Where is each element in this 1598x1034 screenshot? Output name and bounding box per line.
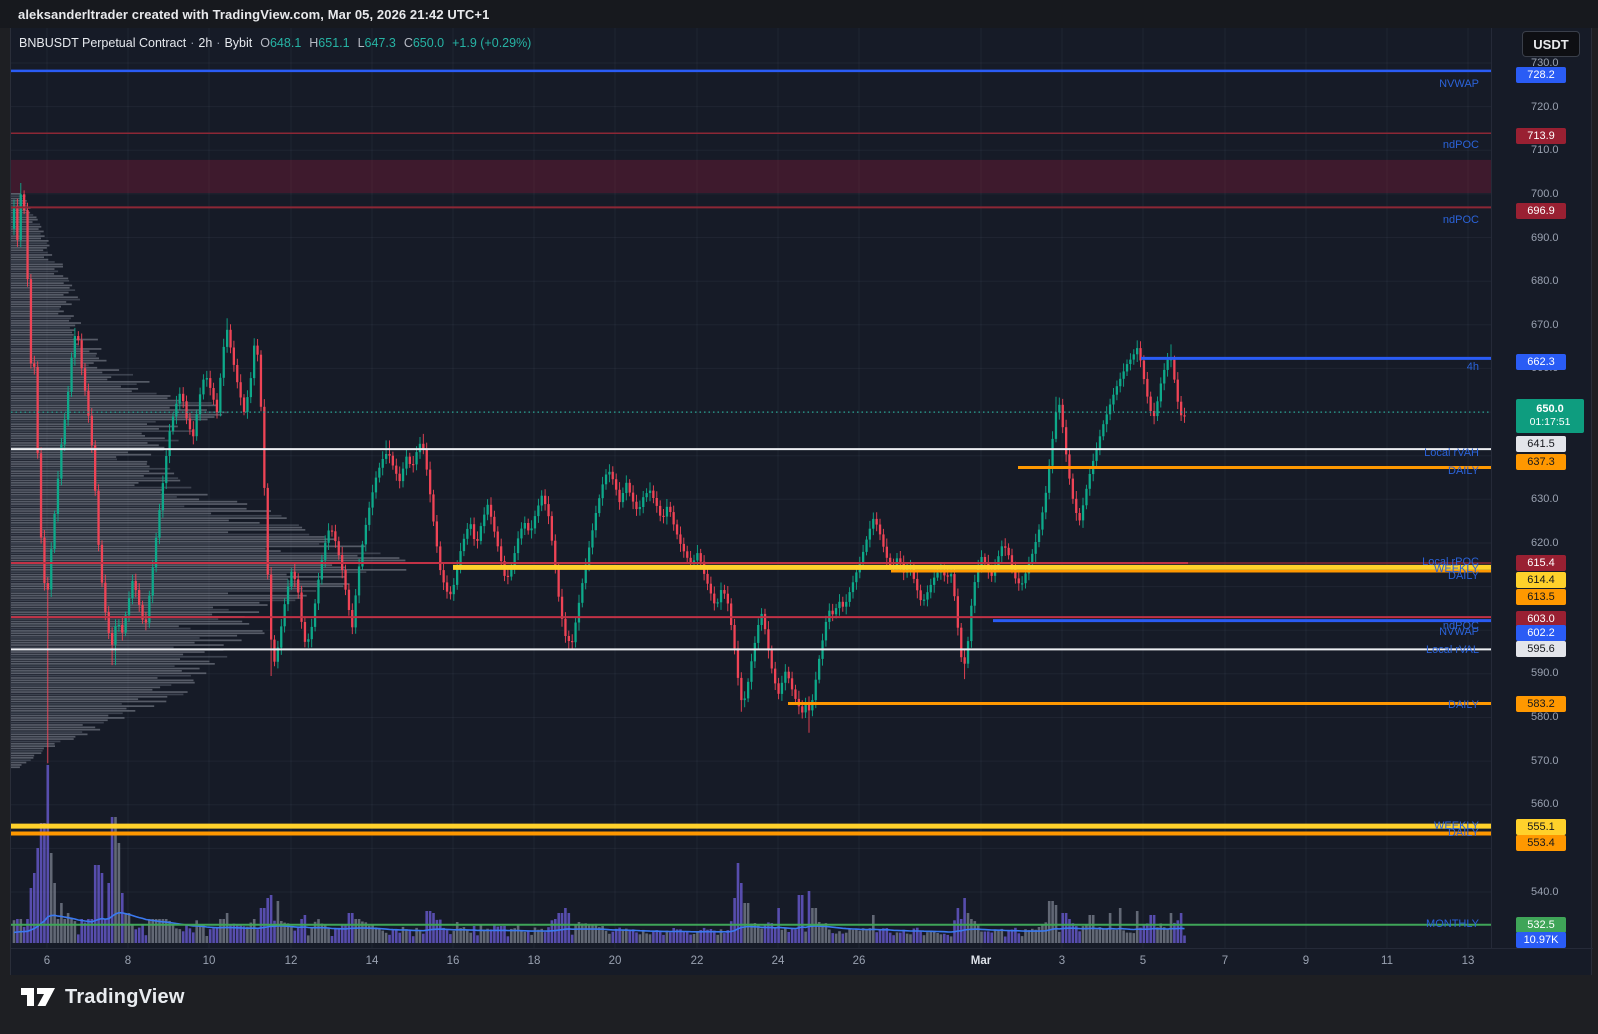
price-axis-tick: 690.0 xyxy=(1531,232,1559,244)
ohlc-key: O xyxy=(260,36,270,50)
legend-separator: · xyxy=(216,36,221,50)
price-axis-tick: 710.0 xyxy=(1531,144,1559,156)
time-axis-tick: 24 xyxy=(771,955,785,967)
legend-separator: · xyxy=(190,36,195,50)
time-axis-tick: 22 xyxy=(690,955,704,967)
price-axis-tick: 540.0 xyxy=(1531,886,1559,898)
price-axis-tick: 590.0 xyxy=(1531,667,1559,679)
price-axis-tick: 570.0 xyxy=(1531,755,1559,767)
price-axis-tick: 680.0 xyxy=(1531,275,1559,287)
ohlc-key: L xyxy=(357,36,365,50)
price-level-label: 555.1 xyxy=(1516,819,1566,835)
ohlc-key: C xyxy=(403,36,413,50)
ohlc-key: H xyxy=(309,36,319,50)
price-level-label: 583.2 xyxy=(1516,696,1566,712)
price-axis-tick: 560.0 xyxy=(1531,798,1559,810)
time-axis-tick: 18 xyxy=(527,955,541,967)
level-name-nvwap: NVWAP xyxy=(1439,626,1479,638)
tradingview-screenshot: aleksanderltrader created with TradingVi… xyxy=(0,0,1598,1034)
interval-label[interactable]: 2h xyxy=(198,36,212,50)
time-axis-tick: 5 xyxy=(1139,955,1147,967)
exchange-label: Bybit xyxy=(224,36,253,50)
price-axis-tick: 720.0 xyxy=(1531,101,1559,113)
price-axis-tick: 630.0 xyxy=(1531,493,1559,505)
level-name-local-rvah: Local rVAH xyxy=(1424,447,1479,459)
time-axis-tick: 6 xyxy=(43,955,51,967)
level-name-ndpoc: ndPOC xyxy=(1442,139,1479,151)
price-axis-tick: 700.0 xyxy=(1531,188,1559,200)
price-level-label: 662.3 xyxy=(1516,354,1566,370)
ohlc-value: 648.1 xyxy=(269,36,302,50)
price-level-label: 637.3 xyxy=(1516,454,1566,470)
time-axis-tick: 9 xyxy=(1302,955,1310,967)
price-axis-tick: 620.0 xyxy=(1531,537,1559,549)
countdown-timer: 01:17:51 xyxy=(1529,416,1571,428)
level-name-local-rval: Local rVAL xyxy=(1426,644,1479,656)
time-axis-tick: 10 xyxy=(202,955,216,967)
price-level-label: 10.97K xyxy=(1516,932,1566,948)
chart-pane[interactable]: BNBUSDT Perpetual Contract · 2h · Bybit O648.… xyxy=(10,28,1593,975)
price-level-label: 602.2 xyxy=(1516,625,1566,641)
price-chart-canvas[interactable] xyxy=(11,28,1491,948)
level-name-daily: DAILY xyxy=(1448,699,1479,711)
time-axis-tick: 16 xyxy=(446,955,460,967)
price-axis-tick: 580.0 xyxy=(1531,711,1559,723)
level-name-nvwap: NVWAP xyxy=(1439,78,1479,90)
supply-zone-band xyxy=(11,159,1491,194)
tradingview-logo-icon xyxy=(21,988,55,1006)
bottom-bar: TradingView xyxy=(0,975,1598,1034)
price-level-label: 615.4 xyxy=(1516,555,1566,571)
level-name-daily: DAILY xyxy=(1448,465,1479,477)
change-label: +1.9 (+0.29%) xyxy=(452,36,532,50)
price-level-label: 553.4 xyxy=(1516,835,1566,851)
price-level-label: 532.5 xyxy=(1516,917,1566,933)
ohlc-value: 647.3 xyxy=(364,36,396,50)
time-axis-tick: Mar xyxy=(970,955,992,967)
ohlc-value: 651.1 xyxy=(318,36,350,50)
volume-layer xyxy=(12,765,1186,943)
tradingview-logo[interactable]: TradingView xyxy=(20,983,185,1011)
time-axis-tick: 26 xyxy=(852,955,866,967)
time-axis-tick: 13 xyxy=(1461,955,1475,967)
level-name-daily: DAILY xyxy=(1448,827,1479,839)
price-level-label: 713.9 xyxy=(1516,128,1566,144)
price-level-label: 614.4 xyxy=(1516,572,1566,588)
tradingview-logo-text: TradingView xyxy=(65,985,185,1008)
level-name-4h: 4h xyxy=(1466,361,1479,373)
price-level-label: 696.9 xyxy=(1516,203,1566,219)
level-name-ndpoc: ndPOC xyxy=(1442,214,1479,226)
symbol-legend[interactable]: BNBUSDT Perpetual Contract · 2h · Bybit O648.… xyxy=(19,36,531,50)
price-axis[interactable]: 730.0720.0710.0700.0690.0680.0670.0660.0… xyxy=(1491,28,1593,948)
currency-toggle-button[interactable]: USDT xyxy=(1522,31,1580,57)
symbol-title[interactable]: BNBUSDT Perpetual Contract xyxy=(19,36,186,50)
price-axis-tick: 670.0 xyxy=(1531,319,1559,331)
level-lines-layer xyxy=(11,69,1491,926)
time-axis-tick: 11 xyxy=(1381,955,1393,967)
attribution-text: aleksanderltrader created with TradingVi… xyxy=(18,6,490,22)
time-axis-tick: 12 xyxy=(284,955,298,967)
current-price-label: 650.0 01:17:51 xyxy=(1516,399,1584,433)
time-axis-tick: 14 xyxy=(365,955,379,967)
time-axis-tick: 3 xyxy=(1058,955,1066,967)
level-name-daily: DAILY xyxy=(1448,570,1479,582)
price-level-label: 613.5 xyxy=(1516,589,1566,605)
time-axis-tick: 7 xyxy=(1221,955,1229,967)
price-level-label: 595.6 xyxy=(1516,641,1566,657)
time-axis[interactable]: 6 8 10 12 14 16 18 20 22 24 26 Mar 3 5 7 9 11 13 xyxy=(11,948,1593,975)
level-name-monthly: MONTHLY xyxy=(1426,918,1479,930)
ohlc-value: 650.0 xyxy=(412,36,445,50)
price-level-label: 641.5 xyxy=(1516,436,1566,452)
ohlc-values: O648.1 H651.1 L647.3 C650.0 xyxy=(252,36,444,50)
price-level-label: 728.2 xyxy=(1516,67,1566,83)
attribution-bar: aleksanderltrader created with TradingVi… xyxy=(0,0,1598,28)
time-axis-tick: 20 xyxy=(608,955,622,967)
time-axis-tick: 8 xyxy=(124,955,132,967)
